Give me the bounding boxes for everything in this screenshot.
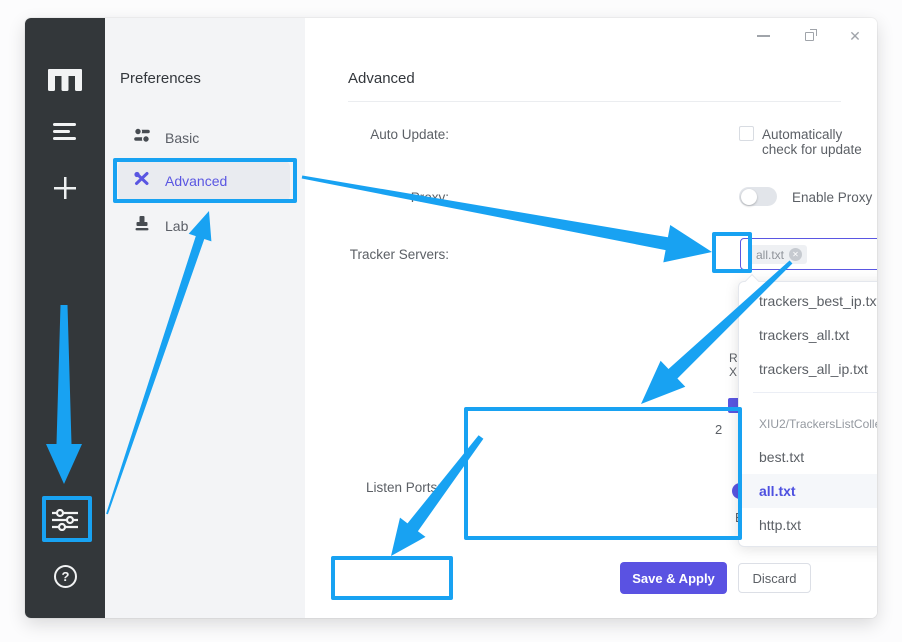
dropdown-group-label: XIU2/TrackersListCollection: [759, 417, 877, 431]
hidden-text-fragment-3: 2: [715, 422, 722, 437]
tracker-servers-label: Tracker Servers:: [350, 247, 449, 262]
restore-button[interactable]: [801, 28, 817, 44]
selected-tracker-tag: all.txt ✕: [749, 245, 807, 264]
nav-item-advanced[interactable]: Advanced: [118, 161, 290, 201]
toggle-knob: [741, 189, 757, 205]
help-icon[interactable]: ?: [54, 565, 77, 588]
dropdown-item[interactable]: trackers_all_ip.txt: [739, 352, 877, 386]
page-title: Advanced: [348, 70, 415, 87]
hidden-text-fragment-1: R: [729, 351, 738, 365]
dropdown-item[interactable]: best.txt: [739, 440, 877, 474]
dropdown-item-selected[interactable]: all.txt ✓: [739, 474, 877, 508]
save-apply-button[interactable]: Save & Apply: [620, 562, 727, 594]
motrix-logo-icon: [25, 62, 105, 96]
lab-stamp-icon: [133, 215, 151, 237]
window-controls: ✕: [755, 28, 863, 44]
discard-button[interactable]: Discard: [738, 563, 811, 593]
tag-remove-icon[interactable]: ✕: [789, 248, 802, 261]
nav-label-advanced: Advanced: [165, 173, 227, 189]
app-sidebar: ?: [25, 18, 105, 618]
minimize-button[interactable]: [755, 28, 771, 44]
dropdown-item[interactable]: trackers_best_ip.txt: [739, 284, 877, 318]
proxy-toggle-label: Enable Proxy: [792, 190, 872, 205]
auto-update-checkbox[interactable]: [739, 126, 754, 141]
dropdown-item[interactable]: http.txt: [739, 508, 877, 542]
title-divider: [348, 101, 841, 102]
nav-item-lab[interactable]: Lab: [118, 206, 290, 246]
task-list-icon[interactable]: [25, 120, 105, 144]
tag-label: all.txt: [756, 248, 784, 262]
preferences-panel: Preferences Basic: [105, 18, 305, 618]
close-button[interactable]: ✕: [847, 28, 863, 44]
screenshot-stage: ? Preferences Basic: [0, 0, 902, 642]
tracker-select[interactable]: all.txt ✕: [740, 238, 877, 270]
advanced-tools-icon: [133, 170, 151, 192]
auto-update-label: Auto Update:: [370, 127, 449, 142]
auto-update-checkbox-label[interactable]: Automatically check for update: [762, 127, 877, 157]
question-glyph: ?: [62, 569, 70, 584]
selected-item-label: all.txt: [759, 483, 796, 499]
nav-label-basic: Basic: [165, 130, 199, 146]
preferences-sliders-icon[interactable]: [25, 508, 105, 532]
nav-label-lab: Lab: [165, 218, 188, 234]
app-window: ? Preferences Basic: [25, 18, 877, 618]
proxy-toggle[interactable]: [739, 187, 777, 206]
dropdown-divider: [753, 392, 877, 393]
nav-item-basic[interactable]: Basic: [118, 118, 290, 158]
add-task-icon[interactable]: [25, 176, 105, 200]
preferences-title: Preferences: [120, 70, 201, 87]
hidden-text-fragment-2: X: [729, 365, 737, 379]
tracker-dropdown: trackers_best_ip.txt trackers_all.txt tr…: [738, 281, 877, 547]
listen-ports-label: Listen Ports:: [366, 480, 441, 495]
proxy-label: Proxy:: [411, 190, 449, 205]
advanced-settings-panel: ✕ Advanced Auto Update: Automatically ch…: [305, 18, 877, 618]
dropdown-item[interactable]: trackers_all.txt: [739, 318, 877, 352]
basic-toggles-icon: [133, 127, 151, 149]
